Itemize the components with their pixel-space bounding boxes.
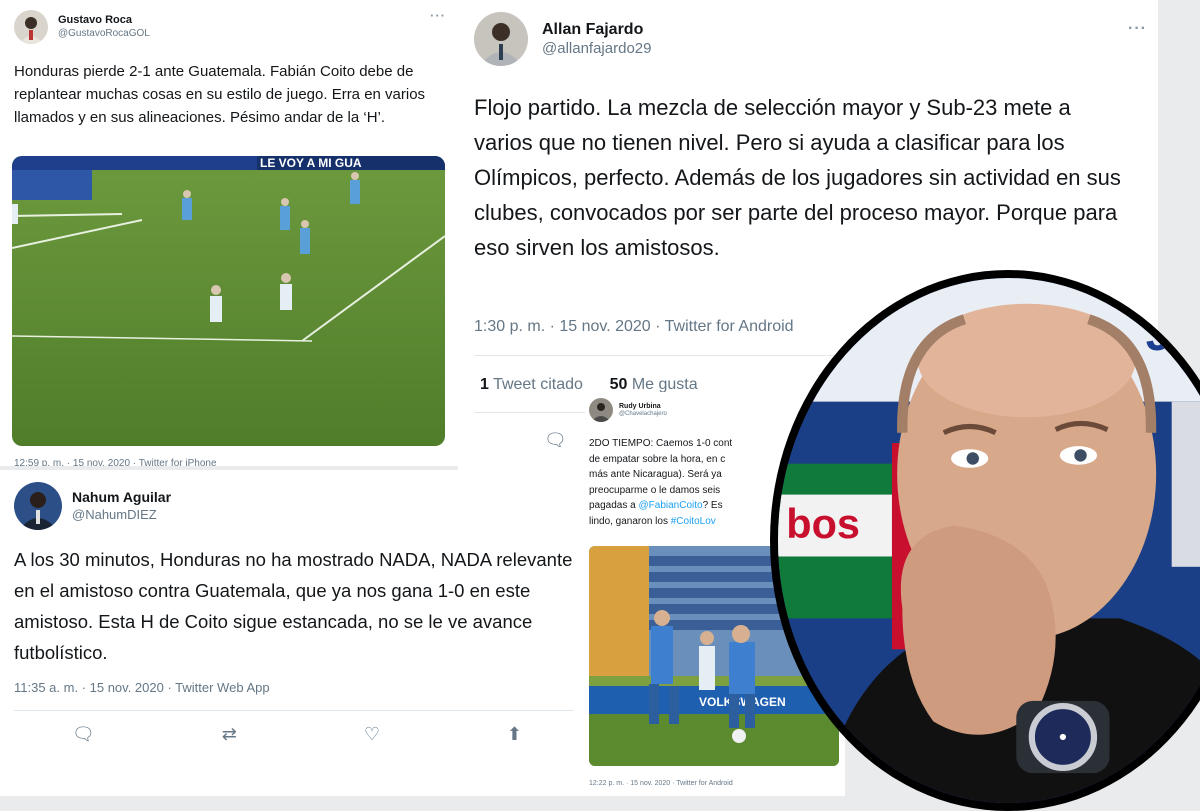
hashtag-link[interactable]: #CoitoLov — [671, 516, 716, 527]
user-handle[interactable]: @Chavelachajero — [619, 411, 667, 418]
tweet-text: Honduras pierde 2-1 ante Guatemala. Fabi… — [14, 63, 426, 126]
quote-count[interactable]: 1 — [480, 376, 489, 393]
tweet-text-line: pagadas a — [589, 500, 639, 511]
tweet-text-line: lindo, ganaron los — [589, 515, 671, 527]
reply-icon[interactable]: 🗨︎ — [544, 430, 567, 451]
avatar[interactable] — [474, 12, 528, 66]
like-count[interactable]: 50 — [610, 376, 628, 393]
reply-icon[interactable]: 🗨︎ — [72, 724, 95, 745]
ad-board-text: VOLKSWAGEN — [699, 695, 786, 709]
like-label[interactable]: Me gusta — [632, 376, 698, 393]
avatar[interactable] — [14, 482, 62, 530]
display-name[interactable]: Allan Fajardo — [542, 20, 651, 40]
more-icon[interactable]: ··· — [1128, 20, 1147, 38]
mention-link[interactable]: @FabianCoito — [639, 500, 703, 511]
user-handle[interactable]: @NahumDIEZ — [72, 507, 171, 523]
share-icon[interactable]: ⬆︎ — [507, 724, 522, 745]
tweet-header: Nahum Aguilar @NahumDIEZ — [14, 482, 171, 530]
user-handle[interactable]: @allanfajardo29 — [542, 40, 651, 59]
tweet-text: A los 30 minutos, Honduras no ha mostrad… — [14, 549, 573, 663]
tweet-timestamp[interactable]: 12:22 p. m. · 15 nov. 2020 · Twitter for… — [589, 780, 733, 787]
like-icon[interactable]: ♡ — [364, 724, 380, 745]
display-name[interactable]: Rudy Urbina — [619, 403, 667, 411]
tweet-timestamp[interactable]: 1:30 p. m. · 15 nov. 2020 · Twitter for … — [474, 318, 794, 336]
stadium-banner-text: LE VOY A MI GUA — [260, 156, 362, 170]
tweet-header: Rudy Urbina @Chavelachajero — [589, 398, 667, 422]
tweet-header: Gustavo Roca @GustavoRocaGOL — [14, 10, 150, 44]
tweet-photo-stadium[interactable]: LE VOY A MI GUA — [12, 156, 445, 446]
tweet-timestamp[interactable]: 12:59 p. m. · 15 nov. 2020 · Twitter for… — [14, 458, 217, 466]
avatar[interactable] — [589, 398, 613, 422]
tweet-card-gustavo-roca: Gustavo Roca @GustavoRocaGOL ··· Hondura… — [0, 0, 458, 466]
tweet-actions: 🗨︎ ⇄ ♡ ⬆︎ — [72, 724, 522, 745]
tweet-text: Flojo partido. La mezcla de selección ma… — [474, 95, 1121, 260]
tweet-header: Allan Fajardo @allanfajardo29 — [474, 12, 651, 66]
more-icon[interactable]: ··· — [430, 8, 446, 23]
display-name[interactable]: Gustavo Roca — [58, 14, 150, 28]
sponsor-side-text: bos — [786, 501, 860, 547]
divider — [14, 710, 574, 711]
tweet-actions: 🗨︎ — [544, 430, 567, 451]
tweet-text-line: ? Es — [702, 500, 723, 511]
avatar[interactable] — [14, 10, 48, 44]
retweet-icon[interactable]: ⇄ — [222, 724, 237, 745]
tweet-card-nahum-aguilar: Nahum Aguilar @NahumDIEZ A los 30 minuto… — [0, 470, 585, 796]
divider — [474, 355, 834, 356]
display-name[interactable]: Nahum Aguilar — [72, 489, 171, 507]
user-handle[interactable]: @GustavoRocaGOL — [58, 28, 150, 41]
quote-label[interactable]: Tweet citado — [493, 376, 583, 393]
tweet-timestamp[interactable]: 11:35 a. m. · 15 nov. 2020 · Twitter Web… — [14, 680, 270, 695]
